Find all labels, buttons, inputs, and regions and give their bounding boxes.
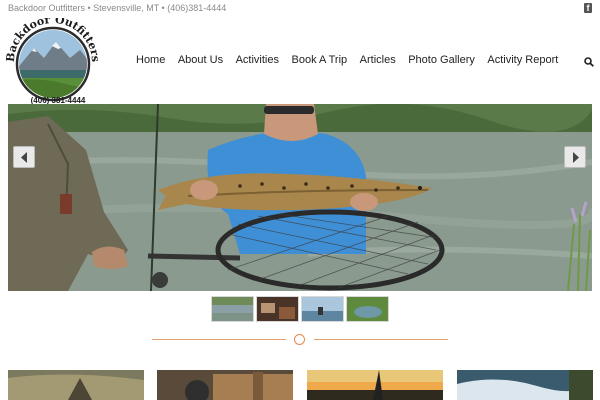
chevron-right-icon [573, 152, 579, 163]
section-divider-circle [294, 334, 305, 345]
slider-prev-button[interactable] [13, 146, 35, 168]
contact-info: Backdoor Outfitters • Stevensville, MT •… [8, 3, 227, 13]
feature-card-3[interactable] [307, 370, 443, 400]
nav-photo-gallery[interactable]: Photo Gallery [408, 54, 475, 66]
site-header: Backdoor Outfitters (406) 381-4444 Home … [0, 13, 600, 105]
slider-thumbnail-2[interactable] [256, 296, 299, 322]
top-bar: Backdoor Outfitters • Stevensville, MT •… [0, 0, 600, 16]
feature-card-4[interactable] [457, 370, 593, 400]
section-divider-right [314, 339, 448, 340]
nav-activities[interactable]: Activities [236, 54, 279, 66]
chevron-left-icon [21, 152, 27, 163]
nav-articles[interactable]: Articles [360, 54, 396, 66]
feature-card-2[interactable] [157, 370, 293, 400]
slider-thumbnail-3[interactable] [301, 296, 344, 322]
hero-slider-image [8, 104, 592, 291]
slider-thumbnail-1[interactable] [211, 296, 254, 322]
nav-about-us[interactable]: About Us [178, 54, 223, 66]
slider-thumbnail-4[interactable] [346, 296, 389, 322]
search-icon[interactable] [584, 57, 594, 67]
nav-activity-report[interactable]: Activity Report [487, 54, 558, 66]
site-logo[interactable]: Backdoor Outfitters (406) 381-4444 [4, 13, 102, 105]
nav-home[interactable]: Home [136, 54, 165, 66]
slider-thumbnails [211, 296, 391, 324]
section-divider-left [152, 339, 286, 340]
facebook-icon[interactable]: f [584, 3, 592, 13]
feature-card-1[interactable] [8, 370, 144, 400]
main-nav: Home About Us Activities Book A Trip Art… [136, 54, 571, 66]
slider-next-button[interactable] [564, 146, 586, 168]
logo-emblem: Backdoor Outfitters [4, 13, 102, 102]
nav-book-a-trip[interactable]: Book A Trip [292, 54, 348, 66]
fishing-photo [8, 104, 592, 291]
